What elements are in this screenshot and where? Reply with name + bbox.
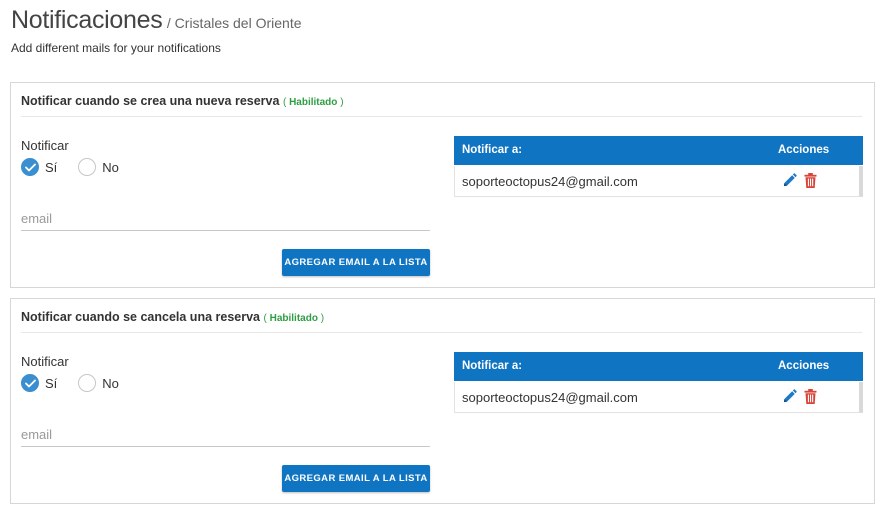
column-header-email: Notificar a: [462, 360, 523, 372]
table-row: soporteoctopus24@gmail.com [454, 166, 863, 197]
email-input[interactable] [21, 207, 430, 231]
radio-no[interactable] [78, 158, 97, 176]
radio-label-no: No [102, 159, 119, 175]
panel-header: Notificar cuando se cancela una reserva … [21, 299, 862, 333]
status-close-paren: ) [320, 313, 325, 324]
status-open-paren: ( [282, 97, 287, 108]
email-input[interactable] [21, 423, 430, 447]
radio-option-si[interactable]: Sí [21, 374, 57, 392]
radio-label-si: Sí [45, 159, 58, 175]
page-title-company: / Cristales del Oriente [166, 15, 302, 31]
trash-icon[interactable] [804, 173, 817, 188]
status-text: Habilitado [269, 313, 318, 324]
panel-title: Notificar cuando se cancela una reserva … [21, 310, 324, 324]
add-email-button[interactable]: AGREGAR EMAIL A LA LISTA [282, 465, 430, 492]
panel-header: Notificar cuando se crea una nueva reser… [21, 83, 862, 117]
radio-si[interactable] [21, 374, 39, 392]
table-header: Notificar a: Acciones [454, 352, 863, 381]
notify-radio-group: Sí No [21, 373, 119, 393]
column-header-email: Notificar a: [462, 144, 523, 156]
page-description: Add different mails for your notificatio… [11, 41, 221, 55]
panel-title-text: Notificar cuando se cancela una reserva [21, 310, 260, 324]
status-close-paren: ) [340, 97, 344, 108]
radio-option-no[interactable]: No [78, 374, 119, 392]
notify-email-table: Notificar a: Acciones soporteoctopus24@g… [454, 352, 863, 413]
radio-option-si[interactable]: Sí [21, 158, 57, 176]
status-badge: ( Habilitado ) [283, 97, 344, 108]
radio-label-no: No [102, 375, 119, 391]
radio-no[interactable] [78, 374, 97, 392]
pencil-icon[interactable] [782, 173, 797, 188]
table-row: soporteoctopus24@gmail.com [454, 382, 863, 413]
column-header-actions: Acciones [778, 360, 830, 372]
page-title: Notificaciones / Cristales del Oriente [11, 6, 302, 35]
radio-label-si: Sí [45, 375, 58, 391]
page-title-main: Notificaciones [11, 6, 163, 34]
notify-label: Notificar [21, 138, 69, 153]
add-email-button[interactable]: AGREGAR EMAIL A LA LISTA [282, 249, 430, 276]
notify-email-table: Notificar a: Acciones soporteoctopus24@g… [454, 136, 863, 197]
panel-title: Notificar cuando se crea una nueva reser… [21, 94, 344, 108]
pencil-icon[interactable] [782, 389, 797, 404]
email-cell: soporteoctopus24@gmail.com [462, 174, 638, 189]
check-icon [24, 163, 36, 171]
trash-icon[interactable] [804, 389, 817, 404]
notification-panel-new-reservation: Notificar cuando se crea una nueva reser… [10, 82, 875, 288]
table-header: Notificar a: Acciones [454, 136, 863, 165]
notify-radio-group: Sí No [21, 157, 119, 177]
email-cell: soporteoctopus24@gmail.com [462, 390, 638, 405]
radio-option-no[interactable]: No [78, 158, 119, 176]
status-text: Habilitado [289, 97, 338, 108]
status-open-paren: ( [263, 313, 267, 324]
column-header-actions: Acciones [778, 144, 830, 156]
check-icon [24, 379, 36, 387]
panel-title-text: Notificar cuando se crea una nueva reser… [21, 94, 280, 108]
notification-panel-cancel-reservation: Notificar cuando se cancela una reserva … [10, 298, 875, 504]
notify-label: Notificar [21, 354, 69, 369]
status-badge: ( Habilitado ) [263, 313, 324, 324]
radio-si[interactable] [21, 158, 39, 176]
